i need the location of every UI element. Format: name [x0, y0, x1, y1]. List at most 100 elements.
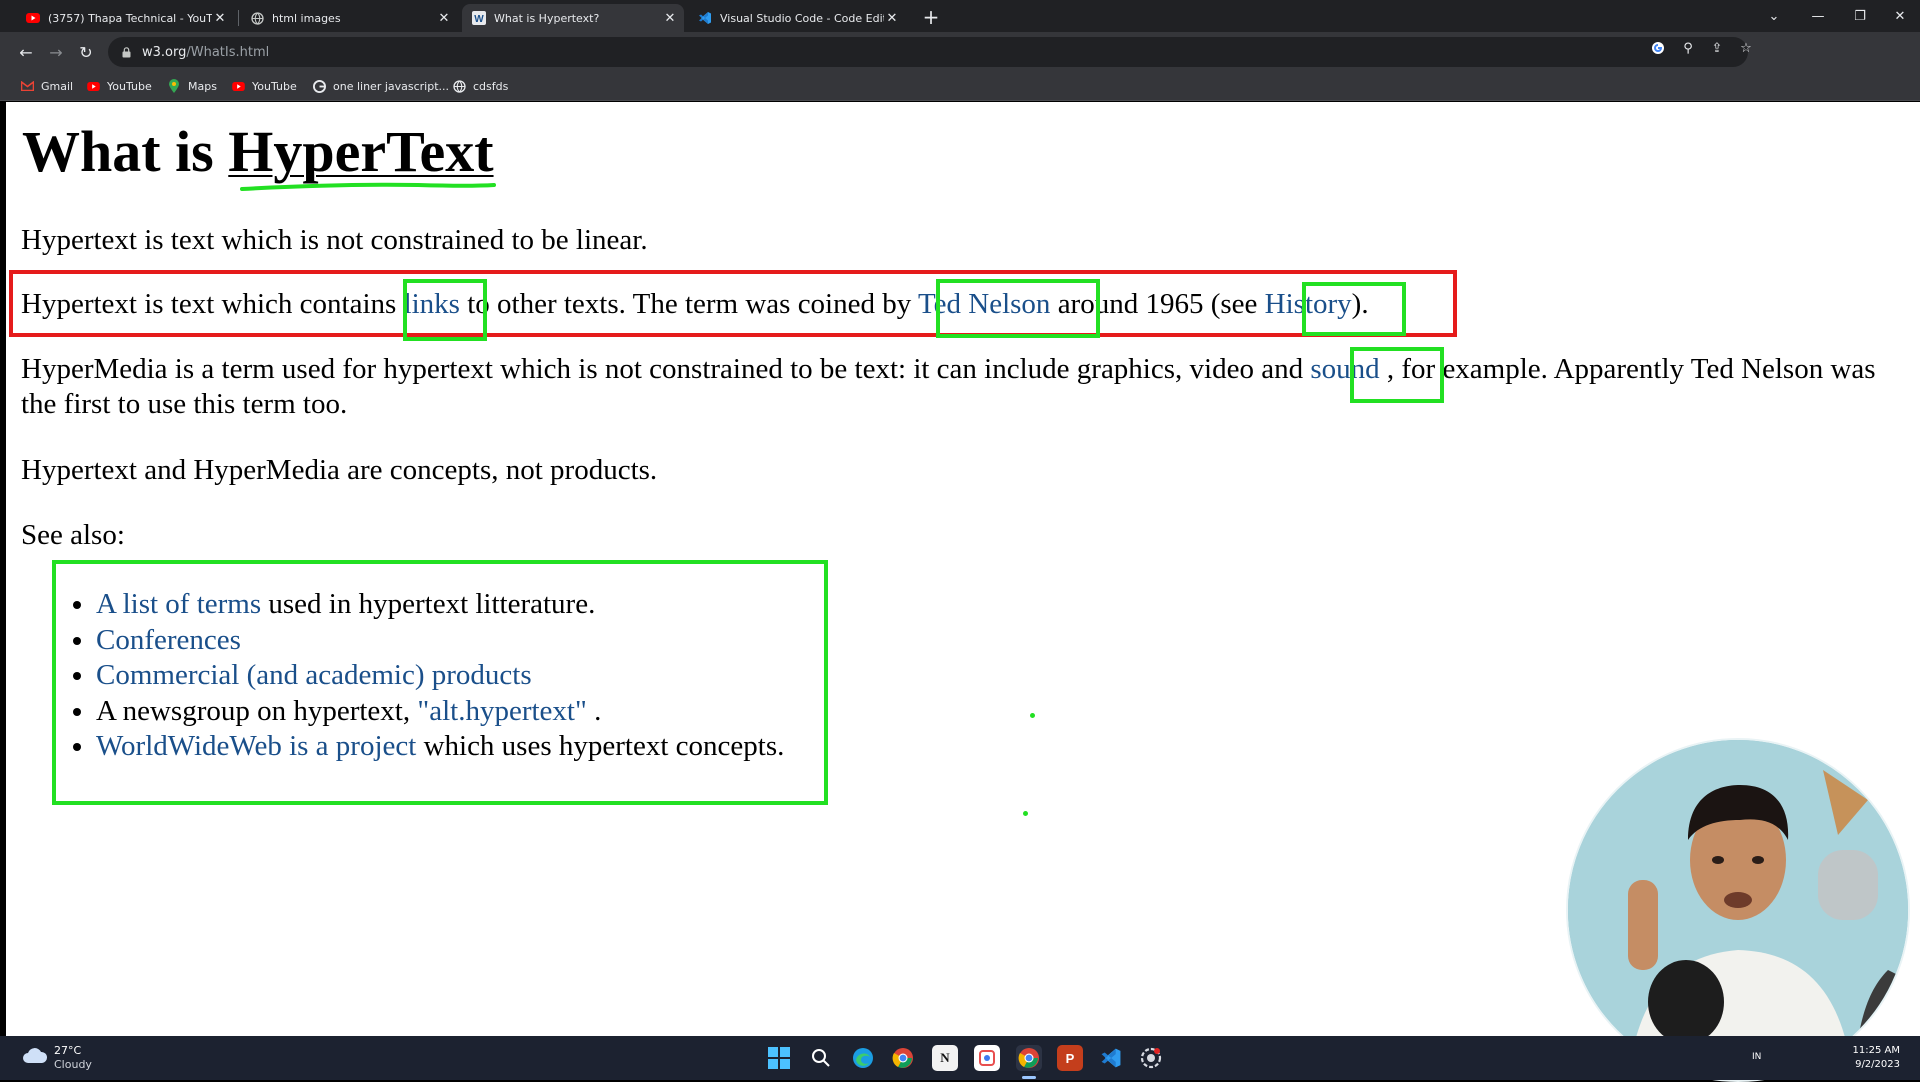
- list-item: A list of terms used in hypertext litter…: [96, 587, 784, 623]
- minimize-button[interactable]: —: [1798, 4, 1838, 28]
- text-segment: used in hypertext litterature.: [261, 588, 596, 620]
- temperature: 27°C: [54, 1044, 82, 1057]
- link-products[interactable]: Commercial (and academic) products: [96, 659, 532, 691]
- close-icon[interactable]: ✕: [436, 10, 452, 26]
- tab-title: What is Hypertext?: [494, 11, 600, 25]
- language-indicator[interactable]: IN: [1752, 1052, 1761, 1062]
- page-title: What is HyperText: [22, 118, 494, 186]
- bookmark-label: YouTube: [252, 79, 297, 93]
- active-app-indicator: [1022, 1076, 1036, 1079]
- close-icon[interactable]: ✕: [212, 10, 228, 26]
- tab-what-is-hypertext[interactable]: W What is Hypertext? ✕: [462, 4, 684, 32]
- list-item: Conferences: [96, 623, 784, 659]
- paragraph-linear: Hypertext is text which is not constrain…: [21, 224, 648, 256]
- link-ted-nelson[interactable]: Ted Nelson: [918, 288, 1050, 320]
- maps-icon: [167, 79, 181, 93]
- close-icon[interactable]: ✕: [884, 10, 900, 26]
- bookmark-gmail[interactable]: Gmail: [20, 77, 73, 95]
- tab-title: html images: [272, 11, 341, 25]
- link-worldwideweb[interactable]: WorldWideWeb is a project: [96, 730, 416, 762]
- bookmark-youtube-2[interactable]: YouTube: [231, 77, 297, 95]
- paragraph-links: Hypertext is text which contains links t…: [21, 287, 1901, 322]
- bookmark-label: one liner javascript...: [333, 79, 450, 93]
- svg-text:W: W: [474, 14, 484, 25]
- bookmark-label: YouTube: [107, 79, 152, 93]
- bookmark-label: Maps: [188, 79, 217, 93]
- clock-time: 11:25 AM: [1852, 1045, 1900, 1056]
- text-segment: which uses hypertext concepts.: [416, 730, 785, 762]
- settings-app-icon[interactable]: [1138, 1045, 1164, 1071]
- windows-start-icon[interactable]: [766, 1045, 792, 1071]
- zoom-icon[interactable]: ⚲: [1680, 40, 1696, 56]
- bookmark-label: Gmail: [41, 79, 74, 93]
- weather-widget[interactable]: 27°C Cloudy: [22, 1044, 92, 1072]
- address-bar[interactable]: w3.org/WhatIs.html: [108, 37, 1748, 67]
- tab-strip: (3757) Thapa Technical - YouTub ✕ html i…: [0, 0, 1920, 32]
- link-list-of-terms[interactable]: A list of terms: [96, 588, 261, 620]
- notion-icon[interactable]: N: [932, 1045, 958, 1071]
- taskbar: 27°C Cloudy N P 11:25 AM 9/2/2023 IN: [0, 1036, 1920, 1080]
- clock-date: 9/2/2023: [1855, 1059, 1900, 1070]
- list-item: Commercial (and academic) products: [96, 658, 784, 694]
- powerpoint-icon[interactable]: P: [1057, 1045, 1083, 1071]
- presenter-image: [1568, 740, 1908, 1080]
- chrome-icon[interactable]: [890, 1045, 916, 1071]
- link-history[interactable]: History: [1265, 288, 1352, 320]
- paragraph-hypermedia: HyperMedia is a term used for hypertext …: [21, 352, 1901, 422]
- share-icon[interactable]: ⇪: [1709, 40, 1725, 56]
- weather-condition: Cloudy: [54, 1058, 92, 1071]
- youtube-icon: [26, 11, 40, 25]
- see-also-list: A list of terms used in hypertext litter…: [66, 587, 784, 765]
- tab-youtube[interactable]: (3757) Thapa Technical - YouTub ✕: [16, 4, 234, 32]
- url-text[interactable]: w3.org/WhatIs.html: [142, 45, 269, 60]
- search-icon[interactable]: [808, 1045, 834, 1071]
- back-button[interactable]: ←: [14, 40, 38, 64]
- close-icon[interactable]: ✕: [662, 10, 678, 26]
- cloud-icon: [22, 1048, 48, 1068]
- bookmark-star-icon[interactable]: ☆: [1738, 40, 1754, 56]
- gmail-icon: [20, 79, 34, 93]
- globe-icon: [452, 79, 466, 93]
- annotation-dot: [1030, 713, 1035, 718]
- google-icon: [312, 79, 326, 93]
- see-also-heading: See also:: [21, 519, 125, 551]
- tab-html-images[interactable]: html images ✕: [240, 4, 458, 32]
- vscode-icon[interactable]: [1098, 1045, 1124, 1071]
- system-clock[interactable]: 11:25 AM 9/2/2023: [1830, 1044, 1900, 1072]
- text-segment: Hypertext is text which contains: [21, 288, 404, 320]
- link-sound[interactable]: sound: [1310, 353, 1379, 385]
- list-item: A newsgroup on hypertext, "alt.hypertext…: [96, 694, 784, 730]
- edge-icon[interactable]: [850, 1045, 876, 1071]
- new-tab-button[interactable]: +: [920, 6, 942, 28]
- close-window-button[interactable]: ✕: [1880, 4, 1920, 28]
- text-segment: A newsgroup on hypertext,: [96, 694, 418, 727]
- text-segment: around 1965 (see: [1050, 288, 1265, 320]
- link-conferences[interactable]: Conferences: [96, 624, 241, 656]
- paragraph-concepts: Hypertext and HyperMedia are concepts, n…: [21, 454, 658, 486]
- text-segment: ).: [1351, 288, 1369, 320]
- lock-icon[interactable]: [120, 46, 132, 58]
- chrome-active-icon[interactable]: [1016, 1045, 1042, 1071]
- bookmark-cdsfds[interactable]: cdsfds: [452, 77, 508, 95]
- bookmark-maps[interactable]: Maps: [167, 77, 217, 95]
- restore-button[interactable]: ❐: [1840, 4, 1880, 28]
- title-prefix: What is: [22, 119, 229, 184]
- reload-button[interactable]: ↻: [74, 40, 98, 64]
- tab-title: (3757) Thapa Technical - YouTub: [48, 11, 212, 25]
- app-icon[interactable]: [974, 1045, 1000, 1071]
- text-segment: HyperMedia is a term used for hypertext …: [21, 353, 1311, 385]
- vscode-icon: [698, 11, 712, 25]
- youtube-icon: [231, 79, 245, 93]
- link-alt-hypertext[interactable]: "alt.hypertext": [417, 695, 586, 727]
- google-lens-icon[interactable]: [1650, 40, 1666, 56]
- list-item: WorldWideWeb is a project which uses hyp…: [96, 729, 784, 765]
- tab-search-icon[interactable]: ⌄: [1754, 4, 1794, 28]
- link-links[interactable]: links: [404, 288, 460, 320]
- text-segment: to other texts. The term was coined by: [459, 288, 918, 320]
- bookmark-one-liner[interactable]: one liner javascript...: [312, 77, 449, 95]
- bookmark-youtube[interactable]: YouTube: [86, 77, 152, 95]
- tab-vscode[interactable]: Visual Studio Code - Code Editin ✕: [688, 4, 906, 32]
- browser-toolbar: ← → ↻ w3.org/WhatIs.html ⚲ ⇪ ☆ ✦ ⤓ ◧ ⋮: [0, 32, 1920, 93]
- youtube-icon: [86, 79, 100, 93]
- forward-button[interactable]: →: [44, 40, 68, 64]
